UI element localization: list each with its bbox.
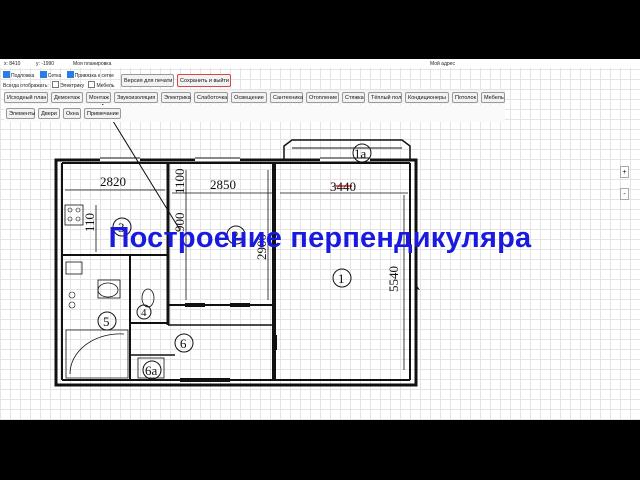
tab-soundproofing[interactable]: Звукоизоляция [114,92,158,103]
furniture-label: Мебель [96,83,115,89]
tab-demolition[interactable]: Демонтаж [51,92,83,103]
tab-screed[interactable]: Стяжка [342,92,365,103]
tab-heating[interactable]: Отопление [306,92,339,103]
zoom-out-button[interactable]: - [620,188,629,200]
print-version-button[interactable]: Версия для печати [121,74,174,87]
dim-2850: 2850 [210,177,236,192]
grid-checkbox[interactable] [39,71,47,78]
subtab-notes[interactable]: Примечание [84,108,121,119]
tab-air-conditioners[interactable]: Кондиционеры [405,92,449,103]
snap-label: Привязка к сетке [74,73,114,79]
furniture-checkbox[interactable] [88,81,96,88]
room-label-6: 6 [180,336,187,351]
tab-warm-floor[interactable]: Тёплый пол [368,92,402,103]
subtab-doors[interactable]: Двери [38,108,60,119]
outer-wall [54,158,418,387]
electrics-label: Электрику [60,83,85,89]
options-row: Подложка Сетка Привязка к сетке [3,71,114,79]
status-bar: x: 8410 y: -1990 Моя планировка Мой адре… [0,59,640,68]
plan-name[interactable]: Моя планировка [73,61,111,67]
subtab-windows[interactable]: Окна [63,108,81,119]
tab-ceiling[interactable]: Потолок [452,92,478,103]
subtab-elements[interactable]: Элементы [6,108,35,119]
save-exit-button[interactable]: Сохранить и выйти [177,74,231,87]
coord-x: x: 8410 [4,61,21,67]
room-label-4: 4 [141,307,147,319]
dim-3440: 3440 [330,179,356,194]
tab-source-plan[interactable]: Исходный план [4,92,48,103]
room-label-1a: 1а [354,146,367,161]
room-label-1: 1 [338,271,345,286]
address[interactable]: Мой адрес [430,61,455,67]
tab-plumbing[interactable]: Сантехника [270,92,303,103]
dim-5540: 5540 [386,266,401,292]
overlay-title: Построение перпендикуляра [108,222,532,254]
always-show-row: Всегда отображать: Электрику Мебель [3,81,114,89]
tab-mounting[interactable]: Монтаж [86,92,111,103]
coord-y: y: -1990 [36,61,55,67]
electrics-checkbox[interactable] [52,81,60,88]
snap-checkbox[interactable] [66,71,74,78]
tab-electrics[interactable]: Электрика [161,92,191,103]
zoom-in-button[interactable]: + [620,166,629,178]
room-label-5: 5 [103,314,110,329]
tab-low-current[interactable]: Слаботочка [194,92,228,103]
room-label-6a: 6а [145,363,158,378]
dim-1100: 1100 [172,168,187,194]
underlay-label: Подложка [11,73,35,79]
underlay-checkbox[interactable] [3,71,10,78]
dim-2820: 2820 [100,174,126,189]
grid-label: Сетка [47,73,62,79]
always-show-label: Всегда отображать: [3,83,49,89]
tab-lighting[interactable]: Освещение [231,92,267,103]
tab-furniture[interactable]: Мебель [481,92,505,103]
